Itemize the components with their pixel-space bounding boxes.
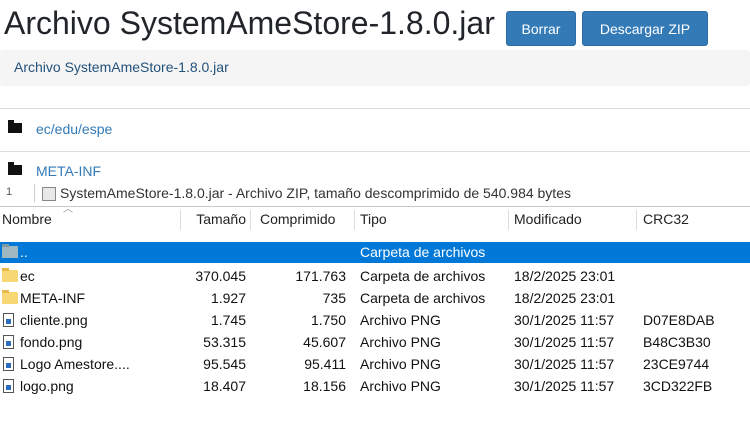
png-file-icon — [3, 313, 14, 327]
status-text: SystemAmeStore-1.8.0.jar - Archivo ZIP, … — [60, 185, 571, 201]
file-crc32 — [643, 266, 747, 287]
file-type: Archivo PNG — [360, 378, 441, 394]
column-header-row: ︿ Nombre Tamaño Comprimido Tipo Modifica… — [0, 204, 750, 230]
file-name: ec — [20, 268, 35, 284]
file-modified: 30/1/2025 11:57 — [514, 378, 615, 394]
download-zip-button[interactable]: Descargar ZIP — [582, 11, 708, 46]
file-crc32 — [643, 242, 747, 263]
file-type: Carpeta de archivos — [360, 290, 486, 306]
column-separator[interactable] — [508, 210, 509, 230]
entry-label[interactable]: META-INF — [36, 163, 101, 179]
file-type: Archivo PNG — [360, 312, 441, 328]
file-modified — [514, 242, 638, 263]
page-title: Archivo SystemAmeStore-1.8.0.jar — [4, 5, 495, 41]
file-name: cliente.png — [20, 312, 88, 328]
file-crc32: B48C3B30 — [643, 334, 711, 350]
file-size: 1.927 — [210, 290, 246, 306]
file-compressed: 1.750 — [310, 312, 346, 328]
file-row-parent[interactable]: .. Carpeta de archivos — [0, 242, 750, 263]
file-type: Archivo PNG — [360, 334, 441, 350]
column-compressed[interactable]: Comprimido — [260, 208, 335, 230]
file-type: Carpeta de archivos — [360, 268, 486, 284]
folder-icon — [8, 120, 22, 134]
parent-folder-icon — [2, 244, 18, 258]
file-crc32: D07E8DAB — [643, 312, 715, 328]
zip-archive-icon — [42, 187, 56, 201]
column-separator[interactable] — [354, 210, 355, 230]
column-crc32[interactable]: CRC32 — [643, 208, 689, 230]
file-size: 53.315 — [203, 334, 246, 350]
status-count: 1 — [6, 186, 13, 198]
file-compressed: 171.763 — [295, 268, 346, 284]
file-name: META-INF — [20, 290, 86, 306]
column-separator[interactable] — [636, 210, 637, 230]
column-size[interactable]: Tamaño — [180, 208, 246, 230]
file-modified: 18/2/2025 23:01 — [514, 268, 616, 284]
file-row[interactable]: logo.png 18.407 18.156 Archivo PNG 30/1/… — [0, 376, 750, 397]
file-size: 18.407 — [203, 378, 246, 394]
file-name: fondo.png — [20, 334, 83, 350]
folder-icon — [2, 268, 18, 282]
png-file-icon — [3, 357, 14, 371]
file-row[interactable]: cliente.png 1.745 1.750 Archivo PNG 30/1… — [0, 310, 750, 331]
divider — [0, 206, 750, 207]
file-compressed: 18.156 — [303, 378, 346, 394]
column-modified[interactable]: Modificado — [514, 208, 582, 230]
file-compressed — [250, 242, 346, 263]
divider — [0, 151, 750, 152]
file-compressed: 95.411 — [304, 356, 346, 372]
delete-button[interactable]: Borrar — [506, 11, 576, 46]
file-row[interactable]: fondo.png 53.315 45.607 Archivo PNG 30/1… — [0, 332, 750, 353]
status-separator — [34, 184, 35, 202]
file-size — [180, 242, 246, 263]
file-crc32 — [643, 288, 747, 309]
png-file-icon — [3, 335, 14, 349]
divider — [0, 108, 750, 109]
file-name: logo.png — [20, 378, 74, 394]
file-type: Carpeta de archivos — [360, 244, 486, 260]
status-bar: 1 SystemAmeStore-1.8.0.jar - Archivo ZIP… — [0, 184, 750, 202]
png-file-icon — [3, 379, 14, 393]
file-modified: 30/1/2025 11:57 — [514, 356, 615, 372]
file-size: 1.745 — [210, 312, 246, 328]
file-type: Archivo PNG — [360, 356, 441, 372]
file-size: 370.045 — [195, 268, 246, 284]
zip-explorer-window: 1 SystemAmeStore-1.8.0.jar - Archivo ZIP… — [0, 184, 750, 426]
file-compressed: 45.607 — [303, 334, 346, 350]
file-crc32: 3CD322FB — [643, 378, 713, 394]
entry-meta-inf[interactable]: META-INF — [8, 162, 101, 179]
file-compressed: 735 — [322, 290, 346, 306]
column-name[interactable]: Nombre — [2, 208, 52, 230]
column-type[interactable]: Tipo — [360, 208, 387, 230]
file-name: .. — [20, 244, 28, 260]
file-modified: 18/2/2025 23:01 — [514, 290, 616, 306]
file-name: Logo Amestore.... — [20, 356, 130, 372]
file-row[interactable]: META-INF 1.927 735 Carpeta de archivos 1… — [0, 288, 750, 309]
folder-icon — [8, 162, 22, 176]
file-modified: 30/1/2025 11:57 — [514, 334, 615, 350]
file-row[interactable]: Logo Amestore.... 95.545 95.411 Archivo … — [0, 354, 750, 375]
breadcrumb-label[interactable]: Archivo SystemAmeStore-1.8.0.jar — [14, 59, 229, 75]
breadcrumb: Archivo SystemAmeStore-1.8.0.jar — [0, 50, 750, 86]
folder-icon — [2, 290, 18, 304]
file-row[interactable]: ec 370.045 171.763 Carpeta de archivos 1… — [0, 266, 750, 287]
file-size: 95.545 — [203, 356, 246, 372]
sort-caret-icon: ︿ — [63, 204, 73, 215]
column-separator[interactable] — [250, 210, 251, 230]
file-crc32: 23CE9744 — [643, 356, 710, 372]
file-modified: 30/1/2025 11:57 — [514, 312, 615, 328]
entry-ec-edu-espe[interactable]: ec/edu/espe — [8, 120, 112, 137]
entry-label[interactable]: ec/edu/espe — [36, 121, 112, 137]
